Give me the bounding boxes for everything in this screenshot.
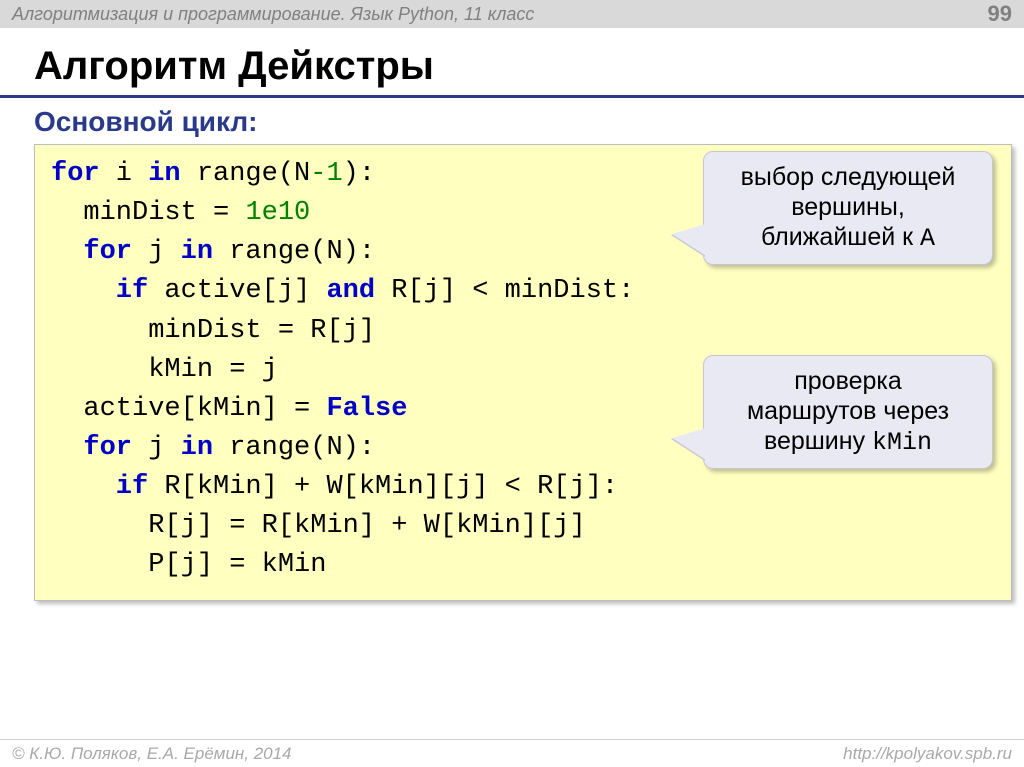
callout-text: выбор следующей bbox=[722, 162, 974, 192]
breadcrumb: Алгоритмизация и программирование. Язык … bbox=[12, 4, 534, 25]
callout-tail-icon bbox=[672, 428, 706, 460]
callout-text: маршрутов через bbox=[722, 396, 974, 426]
callout-select-vertex: выбор следующей вершины, ближайшей к A bbox=[703, 151, 993, 265]
callout-tail-icon bbox=[672, 224, 706, 256]
code-line-9: if R[kMin] + W[kMin][j] < R[j]: bbox=[51, 468, 995, 507]
code-line-4: if active[j] and R[j] < minDist: bbox=[51, 272, 995, 311]
page-number: 99 bbox=[988, 1, 1012, 27]
footer-bar: © К.Ю. Поляков, Е.А. Ерёмин, 2014 http:/… bbox=[0, 739, 1024, 767]
callout-text: вершины, bbox=[722, 192, 974, 222]
title-divider bbox=[0, 95, 1024, 98]
footer-url: http://kpolyakov.spb.ru bbox=[843, 744, 1012, 764]
header-bar: Алгоритмизация и программирование. Язык … bbox=[0, 0, 1024, 28]
callout-check-routes: проверка маршрутов через вершину kMin bbox=[703, 355, 993, 469]
code-line-10: R[j] = R[kMin] + W[kMin][j] bbox=[51, 507, 995, 546]
code-line-11: P[j] = kMin bbox=[51, 546, 995, 585]
callout-text: проверка bbox=[722, 366, 974, 396]
code-line-5: minDist = R[j] bbox=[51, 312, 995, 351]
section-subtitle: Основной цикл: bbox=[0, 104, 1024, 144]
code-block: for i in range(N-1): minDist = 1e10 for … bbox=[34, 144, 1012, 601]
callout-text: ближайшей к A bbox=[722, 222, 974, 254]
copyright: © К.Ю. Поляков, Е.А. Ерёмин, 2014 bbox=[12, 744, 292, 764]
callout-text: вершину kMin bbox=[722, 426, 974, 458]
page-title: Алгоритм Дейкстры bbox=[0, 28, 1024, 95]
